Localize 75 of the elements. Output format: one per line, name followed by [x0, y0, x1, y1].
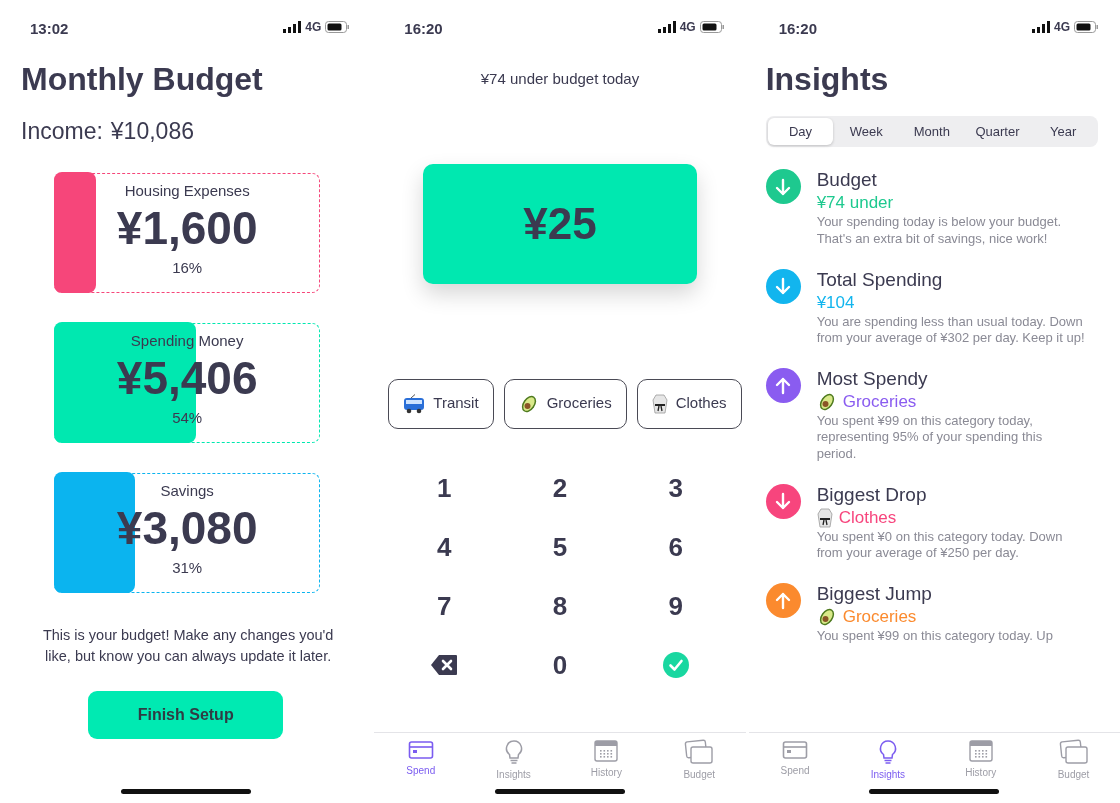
digit-key[interactable]: 0 [546, 635, 574, 695]
period-segment[interactable]: Week [833, 118, 899, 146]
uniform-icon [651, 393, 668, 414]
insight-description: You spent ¥99 on this category today, representing 95% of your spending this period. [816, 413, 1044, 462]
insight-description: Your spending today is below your budget. That's an extra bit of savings, nice work! [816, 214, 1063, 247]
card-icon [407, 739, 434, 761]
insight-value: Groceries [842, 606, 917, 628]
income-amount: ¥10,086 [110, 117, 194, 147]
budget-name: Spending Money [130, 330, 244, 351]
page-title: Insights [765, 60, 890, 99]
calendar-icon [593, 739, 620, 763]
battery-icon [1074, 21, 1098, 33]
period-segment[interactable]: Year [1030, 118, 1096, 146]
insight-title: Budget [816, 169, 878, 193]
battery-icon [699, 21, 724, 33]
budget-percent: 16% [172, 258, 203, 279]
budget-note: This is your budget! Make any changes you'd like, but know you can always update it later. [41, 625, 335, 666]
lightbulb-icon [877, 739, 898, 765]
budget-amount: ¥1,600 [116, 202, 258, 256]
digit-key[interactable]: 8 [546, 576, 574, 636]
battery-icon [325, 21, 350, 33]
checkmark-icon[interactable] [662, 652, 689, 678]
insight-title: Total Spending [816, 268, 944, 292]
budget-name: Housing Expenses [124, 180, 250, 201]
network-label: 4G [679, 19, 696, 36]
period-segment[interactable]: Month [899, 118, 965, 146]
signal-icon [657, 21, 676, 33]
budget-card[interactable]: Housing Expenses ¥1,600 16% [54, 172, 321, 293]
income-label: Income: [21, 117, 103, 147]
digit-key[interactable]: 1 [430, 458, 458, 518]
category-chip[interactable]: Clothes [636, 378, 742, 429]
backspace-icon[interactable] [430, 654, 459, 676]
digit-key[interactable]: 4 [430, 517, 458, 577]
digit-key[interactable]: 6 [662, 517, 689, 577]
insight-title: Biggest Jump [816, 583, 933, 606]
budget-name: Savings [160, 480, 214, 501]
period-segment[interactable]: Quarter [964, 118, 1031, 146]
period-segment[interactable]: Day [767, 118, 834, 146]
insight-value: ¥74 under [816, 192, 894, 215]
digit-key[interactable]: 9 [662, 576, 689, 636]
digit-key[interactable]: 7 [430, 576, 458, 636]
insight-description: You spent ¥0 on this category today. Down from your average of ¥250 per day. [816, 528, 1064, 562]
category-chip[interactable]: Groceries [503, 378, 627, 429]
lightbulb-icon [503, 739, 524, 765]
insight-description: You are spending less than usual today. Down from your average of ¥302 per day. Keep it up! [816, 313, 1085, 347]
tab-bar-item[interactable]: Spend [374, 733, 468, 788]
signal-icon [1031, 21, 1050, 33]
finish-setup-button[interactable]: Finish Setup [88, 690, 284, 739]
status-time: 13:02 [30, 19, 69, 39]
insight-description: You spent ¥99 on this category today. Up [816, 628, 1053, 645]
amount-display: ¥25 [423, 163, 697, 284]
stacked-cards-icon [1058, 739, 1089, 765]
category-chip[interactable]: Transit [388, 378, 494, 429]
page-title: Monthly Budget [21, 60, 264, 99]
budget-summary: ¥74 under budget today [479, 69, 641, 89]
digit-key[interactable]: 3 [662, 458, 689, 518]
insight-title: Biggest Drop [816, 483, 928, 507]
insight-value: ¥104 [816, 291, 855, 314]
status-time: 16:20 [404, 19, 443, 39]
stacked-cards-icon [684, 739, 715, 765]
budget-percent: 31% [172, 558, 203, 579]
insight-title: Most Spendy [816, 368, 929, 391]
status-time: 16:20 [778, 19, 818, 39]
insight-value: Clothes [838, 506, 897, 529]
signal-icon [283, 21, 302, 33]
tab-bar-item[interactable]: Insights [841, 733, 935, 788]
uniform-icon [816, 507, 833, 528]
digit-key[interactable]: 5 [546, 517, 574, 577]
card-icon [782, 739, 809, 761]
insight-value: Groceries [842, 390, 917, 413]
calendar-icon [967, 739, 994, 763]
network-label: 4G [305, 19, 322, 36]
network-label: 4G [1053, 19, 1070, 36]
bus-icon [403, 393, 426, 414]
digit-key[interactable]: 2 [546, 458, 574, 518]
